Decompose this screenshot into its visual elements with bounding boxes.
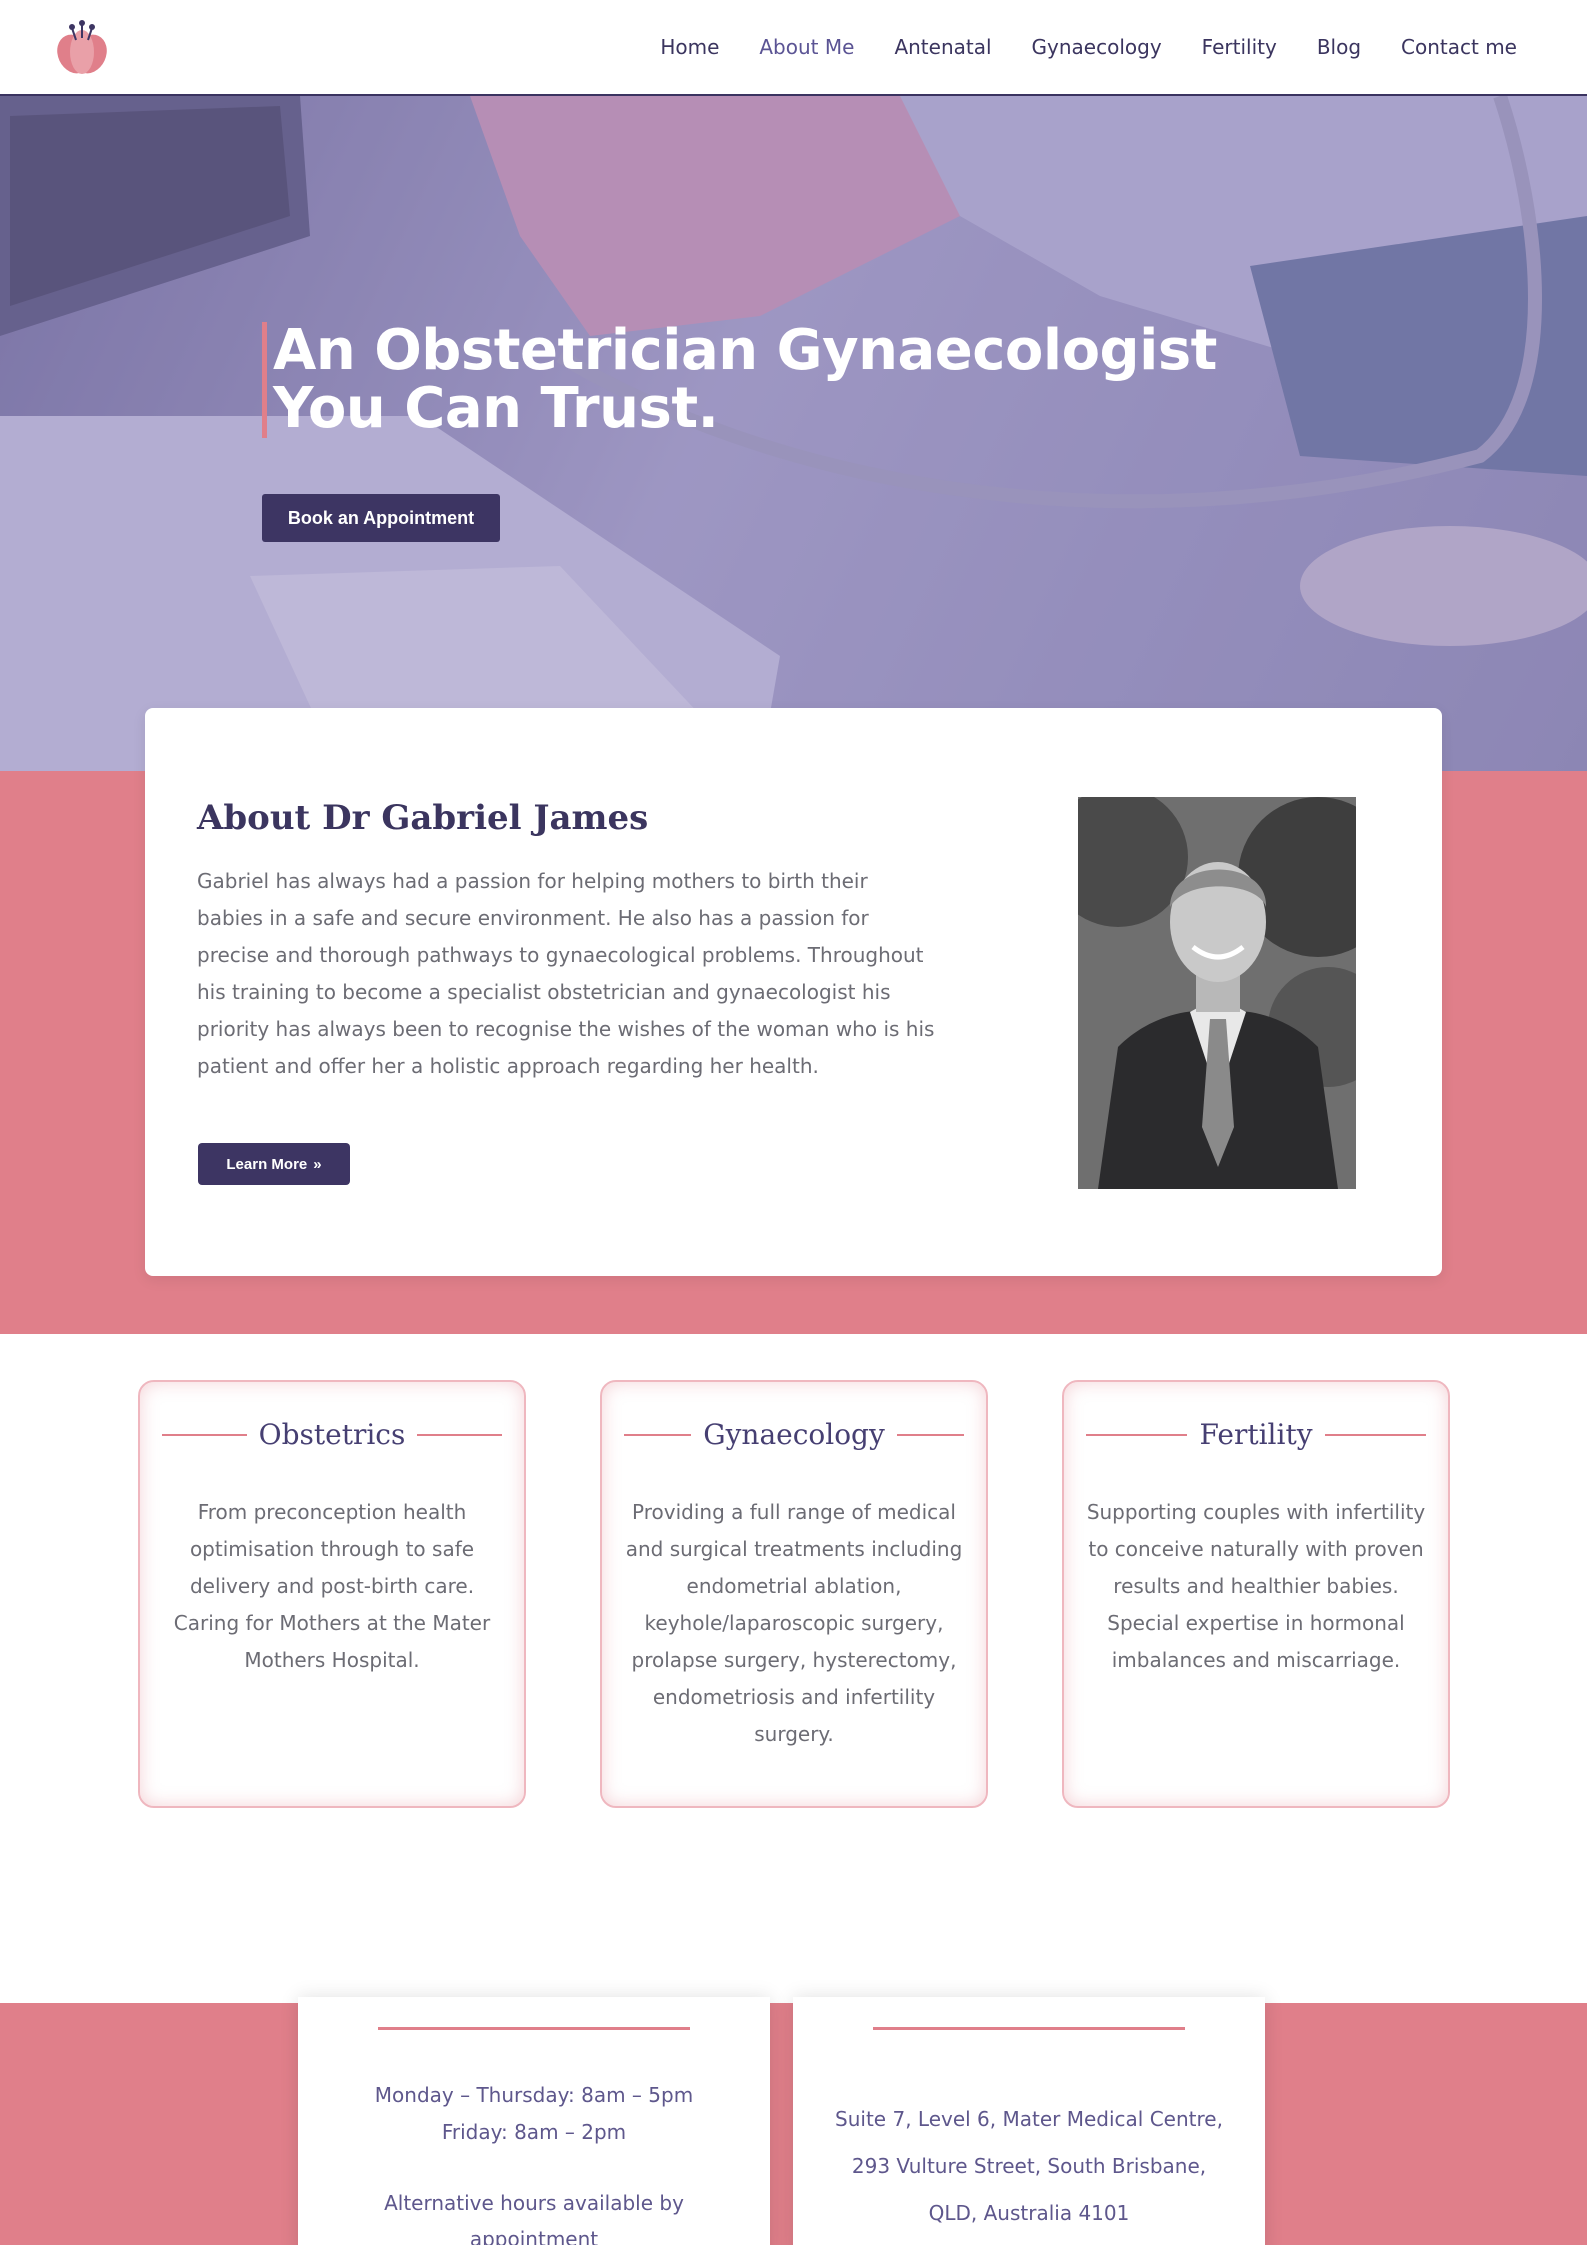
service-card-obstetrics[interactable]: Obstetrics From preconception health opt…	[138, 1380, 526, 1808]
service-text: Supporting couples with infertility to c…	[1086, 1500, 1426, 1672]
divider-line	[873, 2027, 1185, 2030]
hero-banner: An Obstetrician Gynaecologist You Can Tr…	[0, 96, 1587, 771]
learn-more-label: Learn More	[226, 1155, 308, 1173]
hero-title-line2: You Can Trust.	[273, 376, 719, 441]
book-appointment-button[interactable]: Book an Appointment	[262, 494, 500, 542]
divider-line	[624, 1433, 692, 1436]
nav-blog[interactable]: Blog	[1317, 35, 1361, 59]
address-card: Suite 7, Level 6, Mater Medical Centre, …	[793, 1997, 1265, 2245]
address-line1: Suite 7, Level 6, Mater Medical Centre,	[835, 2107, 1223, 2131]
service-title: Fertility	[1199, 1418, 1313, 1451]
service-text: From preconception health optimisation t…	[173, 1500, 491, 1672]
address-line3: QLD, Australia 4101	[928, 2201, 1130, 2225]
service-title-row: Gynaecology	[624, 1418, 965, 1451]
service-title-row: Obstetrics	[162, 1418, 502, 1451]
doctor-portrait	[1078, 797, 1356, 1189]
lotus-logo-icon[interactable]	[50, 18, 114, 76]
address-line2: 293 Vulture Street, South Brisbane,	[851, 2154, 1207, 2178]
divider-line	[378, 2027, 690, 2030]
hours-weekdays: Monday – Thursday: 8am – 5pm	[374, 2083, 694, 2107]
nav-fertility[interactable]: Fertility	[1202, 35, 1277, 59]
hero-heading: An Obstetrician Gynaecologist You Can Tr…	[262, 322, 1217, 438]
hours-alternative: Alternative hours available by appointme…	[384, 2191, 684, 2245]
site-header: Home About Me Antenatal Gynaecology Fert…	[0, 0, 1587, 96]
double-chevron-right-icon: »	[313, 1155, 322, 1173]
main-nav: Home About Me Antenatal Gynaecology Fert…	[660, 0, 1517, 94]
service-title: Obstetrics	[258, 1418, 406, 1451]
service-title: Gynaecology	[703, 1418, 885, 1451]
about-card: About Dr Gabriel James Gabriel has alway…	[145, 708, 1442, 1276]
divider-line	[1086, 1433, 1188, 1436]
nav-contact-me[interactable]: Contact me	[1401, 35, 1517, 59]
about-title: About Dr Gabriel James	[197, 798, 649, 838]
service-text: Providing a full range of medical and su…	[625, 1500, 963, 1746]
about-text: Gabriel has always had a passion for hel…	[197, 869, 935, 1078]
divider-line	[896, 1433, 965, 1436]
nav-home[interactable]: Home	[660, 35, 719, 59]
hours-friday: Friday: 8am – 2pm	[441, 2120, 627, 2144]
divider-line	[417, 1433, 502, 1436]
divider-line	[1324, 1433, 1427, 1436]
hero-title-line1: An Obstetrician Gynaecologist	[273, 318, 1217, 383]
service-title-row: Fertility	[1086, 1418, 1427, 1451]
nav-gynaecology[interactable]: Gynaecology	[1032, 35, 1162, 59]
service-card-gynaecology[interactable]: Gynaecology Providing a full range of me…	[600, 1380, 988, 1808]
nav-antenatal[interactable]: Antenatal	[894, 35, 991, 59]
nav-about-me[interactable]: About Me	[759, 35, 854, 59]
learn-more-button[interactable]: Learn More »	[198, 1143, 350, 1185]
divider-line	[162, 1433, 247, 1436]
service-card-fertility[interactable]: Fertility Supporting couples with infert…	[1062, 1380, 1450, 1808]
opening-hours-card: Monday – Thursday: 8am – 5pm Friday: 8am…	[298, 1997, 770, 2245]
